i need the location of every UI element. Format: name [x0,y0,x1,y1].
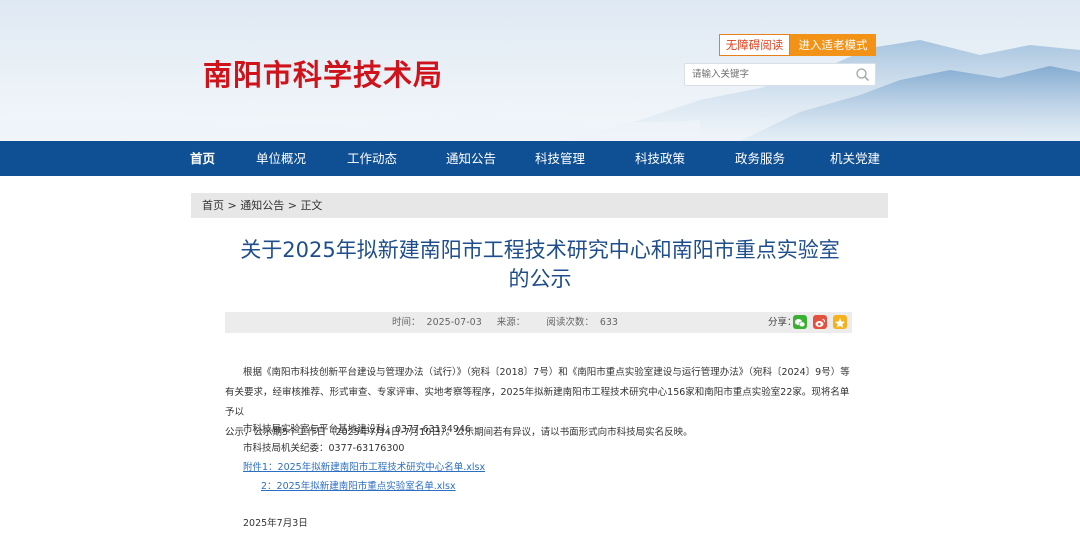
nav-item-government-services[interactable]: 政务服务 [735,141,785,176]
share-qzone-icon[interactable] [833,315,847,329]
attachment-link-2[interactable]: 2：2025年拟新建南阳市重点实验室名单.xlsx [261,478,456,492]
site-title[interactable]: 南阳市科学技术局 [203,52,443,94]
time-value: 2025-07-03 [426,317,482,328]
site-header: 南阳市科学技术局 无障碍阅读 进入适老模式 [0,0,1080,141]
accessibility-toolbar: 无障碍阅读 进入适老模式 [719,34,876,56]
nav-item-work-news[interactable]: 工作动态 [347,141,397,176]
contact-discipline-committee: 市科技局机关纪委：0377-63176300 [243,443,405,454]
nav-item-notices[interactable]: 通知公告 [446,141,496,176]
paragraph-line: 根据《南阳市科技创新平台建设与管理办法（试行）》（宛科〔2018〕7号）和《南阳… [243,367,850,378]
article-title-line2: 的公示 [508,267,572,291]
article-date: 2025年7月3日 [243,518,308,529]
view-count: 阅读次数： 633 [543,317,621,328]
source-label: 来源： [496,317,526,328]
contact-lab-platform: 市科技局实验室与平台基地建设科：0377-63134946 [243,424,471,435]
breadcrumb-current: 正文 [300,199,323,212]
share-wechat-icon[interactable] [793,315,807,329]
search-box [684,63,876,86]
paragraph-line: 有关要求，经审核推荐、形式审查、专家评审、实地考察等程序，2025年拟新建南阳市… [225,387,850,418]
breadcrumb-notices-link[interactable]: 通知公告 [240,199,284,212]
nav-item-tech-management[interactable]: 科技管理 [535,141,585,176]
attachment-link-1[interactable]: 附件1：2025年拟新建南阳市工程技术研究中心名单.xlsx [243,459,485,473]
nav-item-unit-overview[interactable]: 单位概况 [256,141,306,176]
time-label: 时间： [392,317,421,328]
search-input[interactable] [685,64,852,85]
breadcrumb: 首页 > 通知公告 > 正文 [191,193,888,218]
views-label: 阅读次数： [546,317,594,328]
share-weibo-icon[interactable] [813,315,827,329]
mountain-background [0,40,1080,141]
nav-item-tech-policy[interactable]: 科技政策 [635,141,685,176]
main-nav: 首页 单位概况 工作动态 通知公告 科技管理 科技政策 政务服务 机关党建 [0,141,1080,176]
breadcrumb-separator: > [224,199,241,212]
source: 来源： [494,317,535,328]
article-meta-bar: 时间： 2025-07-03 来源： 阅读次数： 633 分享： [225,312,852,333]
elderly-mode-button[interactable]: 进入适老模式 [790,34,876,56]
breadcrumb-home-link[interactable]: 首页 [202,199,224,212]
article-title: 关于2025年拟新建南阳市工程技术研究中心和南阳市重点实验室 的公示 [200,236,880,294]
breadcrumb-separator: > [284,199,301,212]
article-meta: 时间： 2025-07-03 来源： 阅读次数： 633 [225,312,785,333]
search-icon[interactable] [855,67,870,82]
accessibility-reading-button[interactable]: 无障碍阅读 [719,34,790,56]
article-title-line1: 关于2025年拟新建南阳市工程技术研究中心和南阳市重点实验室 [240,238,840,262]
publish-time: 时间： 2025-07-03 [389,317,485,328]
nav-item-party-building[interactable]: 机关党建 [830,141,880,176]
nav-item-home[interactable]: 首页 [190,141,215,176]
views-value: 633 [599,317,618,328]
